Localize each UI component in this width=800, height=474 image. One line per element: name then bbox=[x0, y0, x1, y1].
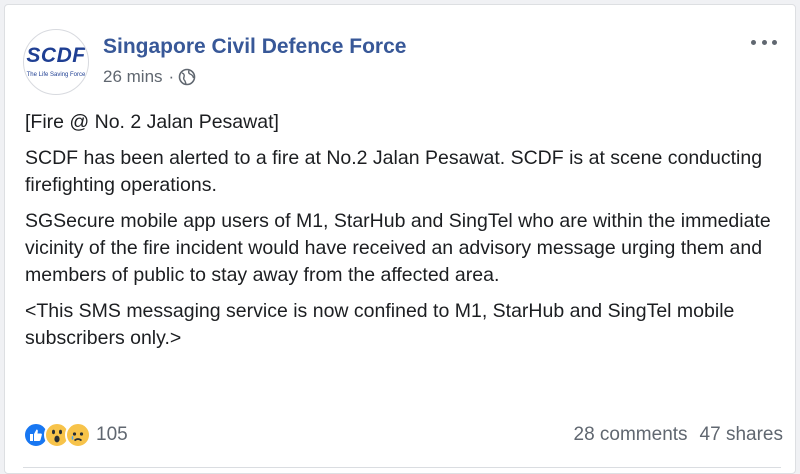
post-paragraph: SGSecure mobile app users of M1, StarHub… bbox=[25, 210, 771, 286]
post-card: SCDF The Life Saving Force Singapore Civ… bbox=[4, 4, 796, 474]
dot-icon bbox=[772, 39, 777, 45]
reactions-summary[interactable]: 105 bbox=[23, 422, 128, 448]
more-options-button[interactable] bbox=[751, 35, 777, 49]
post-paragraph: [Fire @ No. 2 Jalan Pesawat] bbox=[25, 111, 279, 133]
sad-icon bbox=[65, 422, 91, 448]
engagement-bar: 105 28 comments 47 shares bbox=[23, 417, 783, 453]
shares-count-link[interactable]: 47 shares bbox=[700, 424, 783, 446]
footer-divider bbox=[23, 467, 781, 468]
page-name-link[interactable]: Singapore Civil Defence Force bbox=[103, 35, 406, 59]
dot-icon bbox=[761, 39, 767, 45]
post-paragraph: SCDF has been alerted to a fire at No.2 … bbox=[25, 147, 763, 196]
post-meta: 26 mins · bbox=[103, 67, 196, 87]
comments-count-link[interactable]: 28 comments bbox=[574, 424, 688, 446]
globe-icon[interactable] bbox=[178, 68, 196, 86]
avatar-tagline: The Life Saving Force bbox=[26, 72, 86, 78]
page-avatar[interactable]: SCDF The Life Saving Force bbox=[23, 29, 89, 95]
avatar-logo: SCDF bbox=[26, 44, 86, 67]
post-paragraph: <This SMS messaging service is now confi… bbox=[25, 300, 735, 349]
post-body: [Fire @ No. 2 Jalan Pesawat] SCDF has be… bbox=[25, 109, 785, 361]
reaction-count: 105 bbox=[96, 424, 128, 445]
meta-separator: · bbox=[168, 67, 175, 86]
dot-icon bbox=[751, 39, 756, 45]
post-stats: 28 comments 47 shares bbox=[574, 424, 784, 446]
post-timestamp[interactable]: 26 mins bbox=[103, 67, 163, 87]
